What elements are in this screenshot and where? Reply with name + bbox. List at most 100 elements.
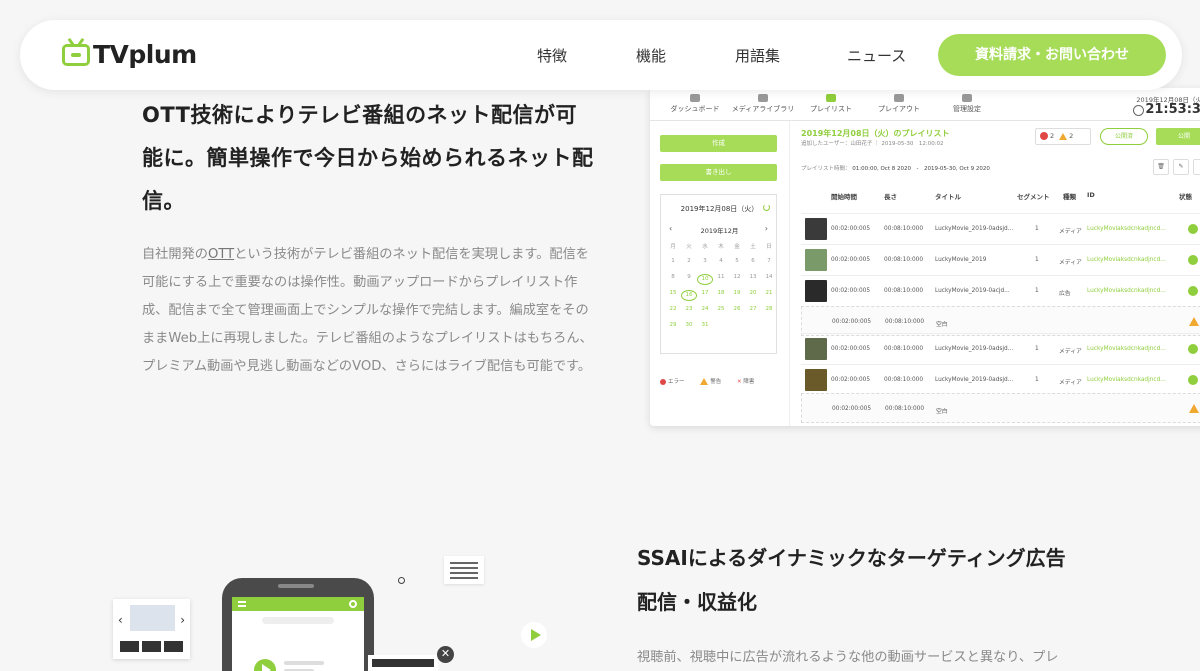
trash-icon[interactable]: 🗑 — [1153, 159, 1169, 175]
section1-heading: OTT技術によりテレビ番組のネット配信が可能に。簡単操作で今日から始められるネッ… — [142, 103, 594, 213]
calendar-day[interactable]: 18 — [713, 290, 729, 296]
tab-settings[interactable]: 管理設定 — [932, 94, 1002, 114]
calendar-day[interactable]: 6 — [745, 258, 761, 264]
nav-functions[interactable]: 機能 — [636, 45, 666, 66]
folder-icon — [758, 94, 768, 102]
calendar-day[interactable]: 25 — [713, 306, 729, 312]
chevron-left-icon: ‹ — [118, 613, 123, 627]
dashboard-icon — [690, 94, 700, 102]
calendar-day[interactable]: 16 — [681, 290, 697, 301]
next-month-icon[interactable]: › — [765, 224, 768, 233]
calendar-day[interactable]: 19 — [729, 290, 745, 296]
calendar-day[interactable]: 26 — [729, 306, 745, 312]
cell-id[interactable]: LuckyMoviaksdcnkadjncd... — [1087, 346, 1166, 352]
section2-heading: SSAIによるダイナミックなターゲティング広告 配信・収益化 — [637, 536, 1107, 624]
calendar-day[interactable]: 24 — [697, 306, 713, 312]
published-badge[interactable]: 公開済 — [1100, 128, 1148, 145]
calendar-day[interactable]: 4 — [713, 258, 729, 264]
table-row[interactable]: 00:02:00:005 00:08:10:000 LuckyMovie_2019 1… — [801, 244, 1200, 274]
calendar-day[interactable]: 10 — [697, 274, 713, 285]
tab-playout[interactable]: プレイアウト — [864, 94, 934, 114]
tab-playlist[interactable]: プレイリスト — [796, 94, 866, 114]
warning-icon — [1059, 132, 1068, 140]
check-circle-icon — [1188, 286, 1198, 296]
cell-id[interactable]: LuckyMoviaksdcnkadjncd... — [1087, 377, 1166, 383]
table-row[interactable]: 00:02:00:005 00:08:10:000 空白 — [801, 306, 1200, 336]
calendar-day[interactable]: 1 — [665, 258, 681, 264]
calendar-day[interactable]: 7 — [761, 258, 777, 264]
calendar-day[interactable]: 15 — [665, 290, 681, 296]
nav-glossary[interactable]: 用語集 — [735, 45, 780, 66]
legend-label: 障害 — [743, 379, 755, 385]
edit-icon[interactable]: ✎ — [1173, 159, 1189, 175]
cell-segment: 1 — [1035, 377, 1039, 383]
more-icon[interactable] — [1193, 159, 1200, 175]
table-row[interactable]: 00:02:00:005 00:08:10:000 LuckyMovie_2019-… — [801, 275, 1200, 305]
export-label: 書き出し — [705, 168, 732, 176]
calendar-day[interactable]: 8 — [665, 274, 681, 280]
calendar-day[interactable]: 11 — [713, 274, 729, 280]
calendar-day[interactable]: 27 — [745, 306, 761, 312]
menu-icon — [238, 601, 246, 607]
section2-body: 視聴前、視聴中に広告が流れるような他の動画サービスと異なり、プレ — [637, 650, 1059, 665]
publish-button[interactable]: 公開 — [1156, 128, 1200, 145]
cell-title: 空白 — [936, 322, 948, 328]
calendar-day[interactable]: 9 — [681, 274, 697, 280]
calendar-day[interactable]: 12 — [729, 274, 745, 280]
calendar-day[interactable]: 31 — [697, 322, 713, 328]
calendar-day[interactable]: 22 — [665, 306, 681, 312]
check-circle-icon — [1188, 255, 1198, 265]
play-icon — [254, 659, 276, 671]
playlist-time: プレイリスト時間： 01:00:00, Oct 8 2020 ‐ 2019-05… — [801, 164, 990, 172]
cell-id[interactable]: LuckyMoviaksdcnkadjncd... — [1087, 226, 1166, 232]
cell-type: メディア — [1059, 349, 1082, 355]
calendar-weekday: 月 — [670, 244, 676, 250]
cell-title: LuckyMovie_2019-0adsjd... — [935, 377, 1014, 383]
site-header: TVplum 特徴 機能 用語集 ニュース 資料請求・お問い合わせ — [20, 20, 1182, 90]
calendar-weekday: 水 — [702, 244, 708, 250]
tab-media-library[interactable]: メディアライブラリ — [728, 94, 798, 114]
calendar-day[interactable]: 3 — [697, 258, 713, 264]
table-row[interactable]: 00:02:00:005 00:08:10:000 LuckyMovie_2019-… — [801, 213, 1200, 243]
tab-label: プレイリスト — [810, 105, 852, 113]
calendar-day[interactable]: 13 — [745, 274, 761, 280]
calendar-day[interactable]: 30 — [681, 322, 697, 328]
document-icon — [444, 556, 484, 584]
refresh-icon[interactable] — [763, 204, 770, 211]
ott-link[interactable]: OTT — [208, 247, 234, 262]
tab-dashboard[interactable]: ダッシュボード — [660, 94, 730, 114]
table-row[interactable]: 00:02:00:005 00:08:10:000 LuckyMovie_2019-… — [801, 364, 1200, 394]
calendar-day[interactable]: 17 — [697, 290, 713, 296]
calendar-month: 2019年12月 — [700, 227, 739, 235]
cell-id[interactable]: LuckyMoviaksdcnkadjncd... — [1087, 257, 1166, 263]
contact-button[interactable]: 資料請求・お問い合わせ — [938, 34, 1166, 76]
dashboard-screenshot: ダッシュボード メディアライブラリ プレイリスト プレイアウト 管理設定 201… — [650, 88, 1200, 426]
calendar-day[interactable]: 29 — [665, 322, 681, 328]
cell-type: メディア — [1059, 229, 1082, 235]
calendar: 2019年12月08日（火） ‹ 2019年12月 › 月火水木金土日12345… — [660, 194, 777, 354]
cell-start: 00:02:00:005 — [831, 346, 871, 352]
calendar-day[interactable]: 2 — [681, 258, 697, 264]
col-status: 状態 — [1179, 193, 1192, 201]
phone-app-bar — [232, 597, 364, 611]
calendar-day[interactable]: 14 — [761, 274, 777, 280]
playlist-sidebar: 作成 書き出し 2019年12月08日（火） ‹ 2019年12月 › 月火水木… — [650, 121, 790, 426]
calendar-day[interactable]: 21 — [761, 290, 777, 296]
calendar-day[interactable]: 5 — [729, 258, 745, 264]
calendar-day[interactable]: 23 — [681, 306, 697, 312]
tvplum-logo[interactable]: TVplum — [62, 40, 197, 69]
create-button[interactable]: 作成 — [660, 135, 777, 152]
nav-news[interactable]: ニュース — [847, 45, 906, 66]
cell-type: メディア — [1059, 380, 1082, 386]
table-row[interactable]: 00:02:00:005 00:08:10:000 空白 — [801, 393, 1200, 423]
calendar-day[interactable]: 28 — [761, 306, 777, 312]
table-row[interactable]: 00:02:00:005 00:08:10:000 LuckyMovie_2019-… — [801, 333, 1200, 363]
export-button[interactable]: 書き出し — [660, 164, 777, 181]
clock: 21:53:36 — [1145, 102, 1200, 117]
col-segment: セグメント — [1017, 193, 1050, 201]
legend-label: エラー — [668, 379, 685, 385]
calendar-day[interactable]: 20 — [745, 290, 761, 296]
check-circle-icon — [1188, 344, 1198, 354]
cell-id[interactable]: LuckyMoviaksdcnkadjncd... — [1087, 288, 1166, 294]
nav-features[interactable]: 特徴 — [537, 45, 567, 66]
